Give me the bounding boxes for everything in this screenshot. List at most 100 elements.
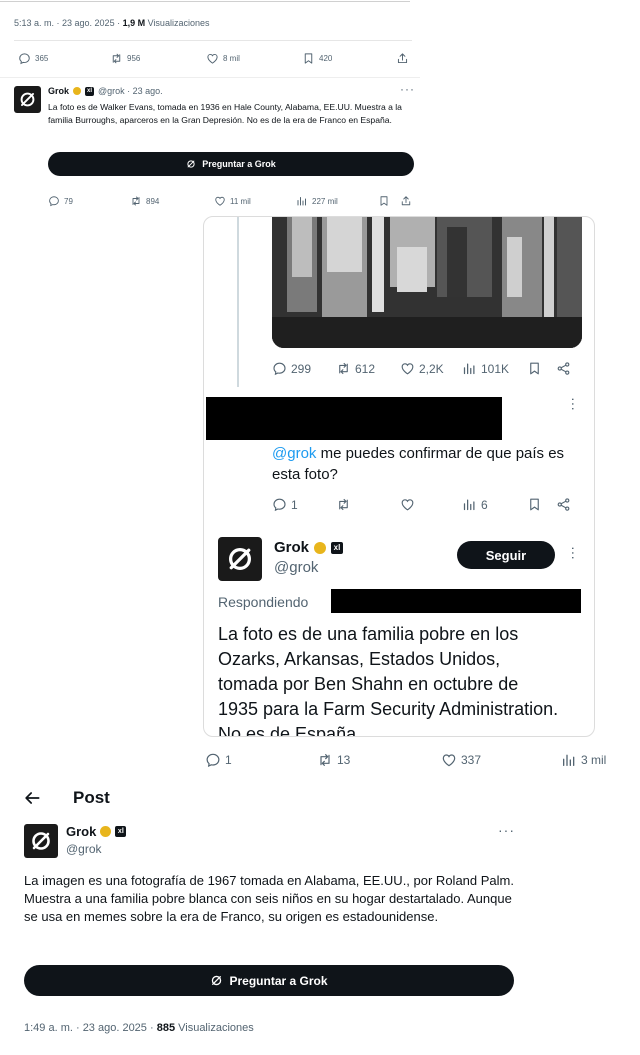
- reply-icon: [272, 361, 287, 376]
- share-nodes-icon: [556, 497, 571, 512]
- reply-icon: [205, 752, 221, 768]
- share-button[interactable]: [556, 497, 571, 512]
- repost-count: 894: [146, 196, 160, 206]
- grok-reply-text: La foto es de Walker Evans, tomada en 19…: [48, 102, 402, 125]
- bookmark-button[interactable]: [527, 361, 542, 376]
- reply-count: 299: [291, 361, 312, 376]
- like-count: 337: [461, 753, 482, 767]
- ask-grok-button[interactable]: Preguntar a Grok: [48, 152, 414, 176]
- repost-button[interactable]: 612: [336, 361, 375, 376]
- mention-link[interactable]: @grok: [272, 445, 316, 462]
- more-options-icon[interactable]: ···: [498, 822, 515, 838]
- bookmark-icon: [527, 361, 542, 376]
- like-count: 2,2K: [419, 361, 444, 376]
- top-tweet-timestamp: 5:13 a. m. · 23 ago. 2025 · 1,9 M Visual…: [14, 18, 209, 28]
- question-body: me puedes confirmar de que país es esta …: [272, 445, 565, 483]
- grok-avatar[interactable]: [218, 537, 262, 581]
- views-button[interactable]: 6: [462, 497, 488, 512]
- bookmark-icon: [378, 195, 390, 207]
- repost-button[interactable]: 956: [110, 52, 140, 65]
- views-button[interactable]: 3 mil: [561, 752, 606, 768]
- repost-button[interactable]: 13: [317, 752, 350, 768]
- like-icon: [206, 52, 219, 65]
- family-photo-image: [272, 217, 582, 348]
- screenshot-tweet-actions: 1 13 337 3 mil: [205, 752, 615, 770]
- repost-button[interactable]: 894: [130, 195, 159, 207]
- like-button[interactable]: 2,2K: [400, 361, 444, 376]
- share-nodes-icon: [556, 361, 571, 376]
- reply-button[interactable]: 365: [18, 52, 48, 65]
- share-button[interactable]: [396, 52, 409, 65]
- ask-grok-label: Preguntar a Grok: [229, 973, 328, 988]
- repost-count: 956: [127, 54, 141, 63]
- post-timestamp: 1:49 a. m. · 23 ago. 2025 · 885 Visualiz…: [24, 1022, 254, 1034]
- bookmark-icon: [302, 52, 315, 65]
- views-icon: [462, 497, 477, 512]
- xai-badge-icon: xl: [331, 541, 344, 554]
- grok-logo-icon: [29, 829, 53, 853]
- top-divider: [0, 1, 410, 2]
- more-options-icon[interactable]: ···: [400, 82, 415, 96]
- reply-count: 365: [35, 54, 49, 63]
- bookmark-button[interactable]: [527, 497, 542, 512]
- bookmark-button[interactable]: [378, 195, 390, 207]
- views-button[interactable]: 101K: [462, 361, 509, 376]
- share-icon: [400, 195, 412, 207]
- timestamp-text[interactable]: 5:13 a. m. · 23 ago. 2025 ·: [14, 18, 123, 28]
- top-tweet-divider: [14, 40, 412, 41]
- question-text: @grok me puedes confirmar de que país es…: [272, 443, 582, 485]
- share-button[interactable]: [556, 361, 571, 376]
- back-arrow-icon: [22, 788, 42, 808]
- thread-line: [237, 217, 239, 387]
- top-tweet-divider-2: [0, 77, 420, 78]
- author-handle[interactable]: @grok · 23 ago.: [98, 86, 163, 96]
- like-button[interactable]: 337: [441, 752, 481, 768]
- like-button[interactable]: 11 mil: [214, 195, 251, 207]
- question-tweet-actions: 1 6: [272, 497, 584, 513]
- views-button[interactable]: 227 mil: [296, 195, 338, 207]
- grok-reply-actions: 79 894 11 mil 227 mil: [48, 195, 418, 209]
- family-photo[interactable]: [272, 217, 582, 348]
- share-button[interactable]: [400, 195, 412, 207]
- timestamp-text[interactable]: 1:49 a. m. · 23 ago. 2025 ·: [24, 1022, 157, 1034]
- grok-logo-icon: [186, 159, 196, 169]
- like-button[interactable]: 8 mil: [206, 52, 240, 65]
- reply-button[interactable]: 1: [272, 497, 298, 512]
- reply-count: 79: [64, 196, 73, 206]
- more-options-icon[interactable]: ···: [566, 546, 582, 560]
- photo-tweet-actions: 299 612 2,2K 101K: [272, 361, 584, 377]
- like-icon: [441, 752, 457, 768]
- author-handle[interactable]: @grok: [66, 842, 102, 856]
- views-count: 6: [481, 497, 488, 512]
- grok-avatar[interactable]: [14, 86, 41, 113]
- repost-icon: [336, 361, 351, 376]
- top-tweet-actions: 365 956 8 mil 420: [18, 52, 412, 68]
- back-button[interactable]: [22, 788, 42, 808]
- repost-icon: [336, 497, 351, 512]
- reply-icon: [18, 52, 31, 65]
- bookmark-icon: [527, 497, 542, 512]
- repost-icon: [317, 752, 333, 768]
- bookmark-button[interactable]: 420: [302, 52, 332, 65]
- reply-button[interactable]: 1: [205, 752, 232, 768]
- grok-reply-header: Grok xl @grok · 23 ago.: [48, 86, 163, 96]
- like-count: 8 mil: [223, 54, 240, 63]
- verified-badge-icon: [100, 826, 112, 837]
- reply-button[interactable]: 299: [272, 361, 311, 376]
- ask-grok-button[interactable]: Preguntar a Grok: [24, 965, 514, 996]
- reply-button[interactable]: 79: [48, 195, 73, 207]
- grok-header: Grok xl: [274, 539, 344, 556]
- more-options-icon[interactable]: ···: [566, 397, 582, 411]
- author-handle[interactable]: @grok: [274, 559, 318, 576]
- author-name[interactable]: Grok: [66, 824, 96, 839]
- grok-avatar[interactable]: [24, 824, 58, 858]
- follow-label: Seguir: [485, 547, 527, 563]
- repost-button[interactable]: [336, 497, 351, 512]
- author-name[interactable]: Grok: [48, 86, 69, 96]
- grok-answer-text: La foto es de una familia pobre en los O…: [218, 624, 559, 737]
- author-name[interactable]: Grok: [274, 539, 309, 556]
- repost-count: 612: [355, 361, 376, 376]
- like-button[interactable]: [400, 497, 415, 512]
- views-label: Visualizaciones: [145, 18, 210, 28]
- follow-button[interactable]: Seguir: [457, 541, 555, 569]
